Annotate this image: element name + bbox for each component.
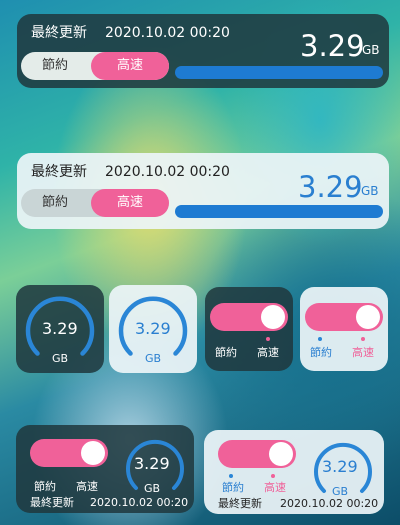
usage-bar — [175, 66, 383, 79]
data-usage-value: 3.29 — [300, 29, 365, 63]
last-updated-label: 最終更新 — [218, 497, 262, 510]
data-usage-value: 3.29 — [298, 170, 363, 204]
gauge-widget-light[interactable]: 3.29 GB — [109, 285, 197, 373]
data-usage-unit: GB — [332, 485, 349, 498]
last-updated-timestamp: 2020.10.02 00:20 — [90, 496, 189, 509]
speed-toggle[interactable] — [210, 303, 288, 331]
fast-indicator-dot — [271, 474, 275, 478]
speed-mode-switch[interactable]: 節約 高速 — [21, 52, 169, 80]
fast-mode-label: 高速 — [76, 480, 98, 493]
combo-widget-light[interactable]: 節約 高速 3.29 GB 最終更新 2020.10.02 00:20 — [204, 430, 384, 514]
toggle-knob — [261, 305, 285, 329]
data-usage-value: 3.29 — [42, 319, 78, 338]
speed-toggle-widget-dark[interactable]: 節約 高速 — [205, 287, 293, 371]
save-indicator-dot — [229, 474, 233, 478]
toggle-knob — [269, 442, 293, 466]
fast-mode-label: 高速 — [257, 346, 279, 359]
toggle-knob — [356, 305, 380, 329]
fast-mode-option[interactable]: 高速 — [91, 52, 169, 80]
usage-bar — [175, 205, 383, 218]
save-mode-option[interactable]: 節約 — [21, 52, 89, 80]
data-usage-value: 3.29 — [322, 457, 358, 476]
data-usage-unit: GB — [145, 352, 162, 365]
data-widget-large-dark[interactable]: 最終更新 2020.10.02 00:20 3.29 GB 節約 高速 — [17, 14, 389, 88]
speed-mode-switch[interactable]: 節約 高速 — [21, 189, 169, 217]
last-updated-timestamp: 2020.10.02 00:20 — [280, 497, 379, 510]
save-indicator-dot — [318, 337, 322, 341]
speed-toggle[interactable] — [218, 440, 296, 468]
combo-widget-dark[interactable]: 節約 高速 3.29 GB 最終更新 2020.10.02 00:20 — [16, 425, 194, 513]
data-widget-large-light[interactable]: 最終更新 2020.10.02 00:20 3.29 GB 節約 高速 — [17, 153, 389, 229]
last-updated-label: 最終更新 — [31, 164, 87, 180]
save-mode-label: 節約 — [34, 480, 56, 493]
speed-toggle-widget-light[interactable]: 節約 高速 — [300, 287, 388, 371]
fast-mode-label: 高速 — [264, 481, 286, 494]
fast-indicator-dot — [266, 337, 270, 341]
save-mode-label: 節約 — [310, 346, 332, 359]
save-mode-option[interactable]: 節約 — [21, 189, 89, 217]
fast-mode-option[interactable]: 高速 — [91, 189, 169, 217]
save-mode-label: 節約 — [215, 346, 237, 359]
last-updated-label: 最終更新 — [31, 25, 87, 41]
data-usage-unit: GB — [144, 482, 161, 495]
toggle-knob — [81, 441, 105, 465]
speed-toggle[interactable] — [30, 439, 108, 467]
last-updated-timestamp: 2020.10.02 00:20 — [105, 25, 230, 41]
fast-indicator-dot — [361, 337, 365, 341]
save-mode-label: 節約 — [222, 481, 244, 494]
data-usage-value: 3.29 — [134, 454, 170, 473]
last-updated-label: 最終更新 — [30, 496, 74, 509]
data-usage-unit: GB — [362, 43, 380, 57]
speed-toggle[interactable] — [305, 303, 383, 331]
fast-mode-label: 高速 — [352, 346, 374, 359]
last-updated-timestamp: 2020.10.02 00:20 — [105, 164, 230, 180]
data-usage-unit: GB — [361, 184, 379, 198]
data-usage-value: 3.29 — [135, 319, 171, 338]
data-usage-unit: GB — [52, 352, 69, 365]
gauge-widget-dark[interactable]: 3.29 GB — [16, 285, 104, 373]
